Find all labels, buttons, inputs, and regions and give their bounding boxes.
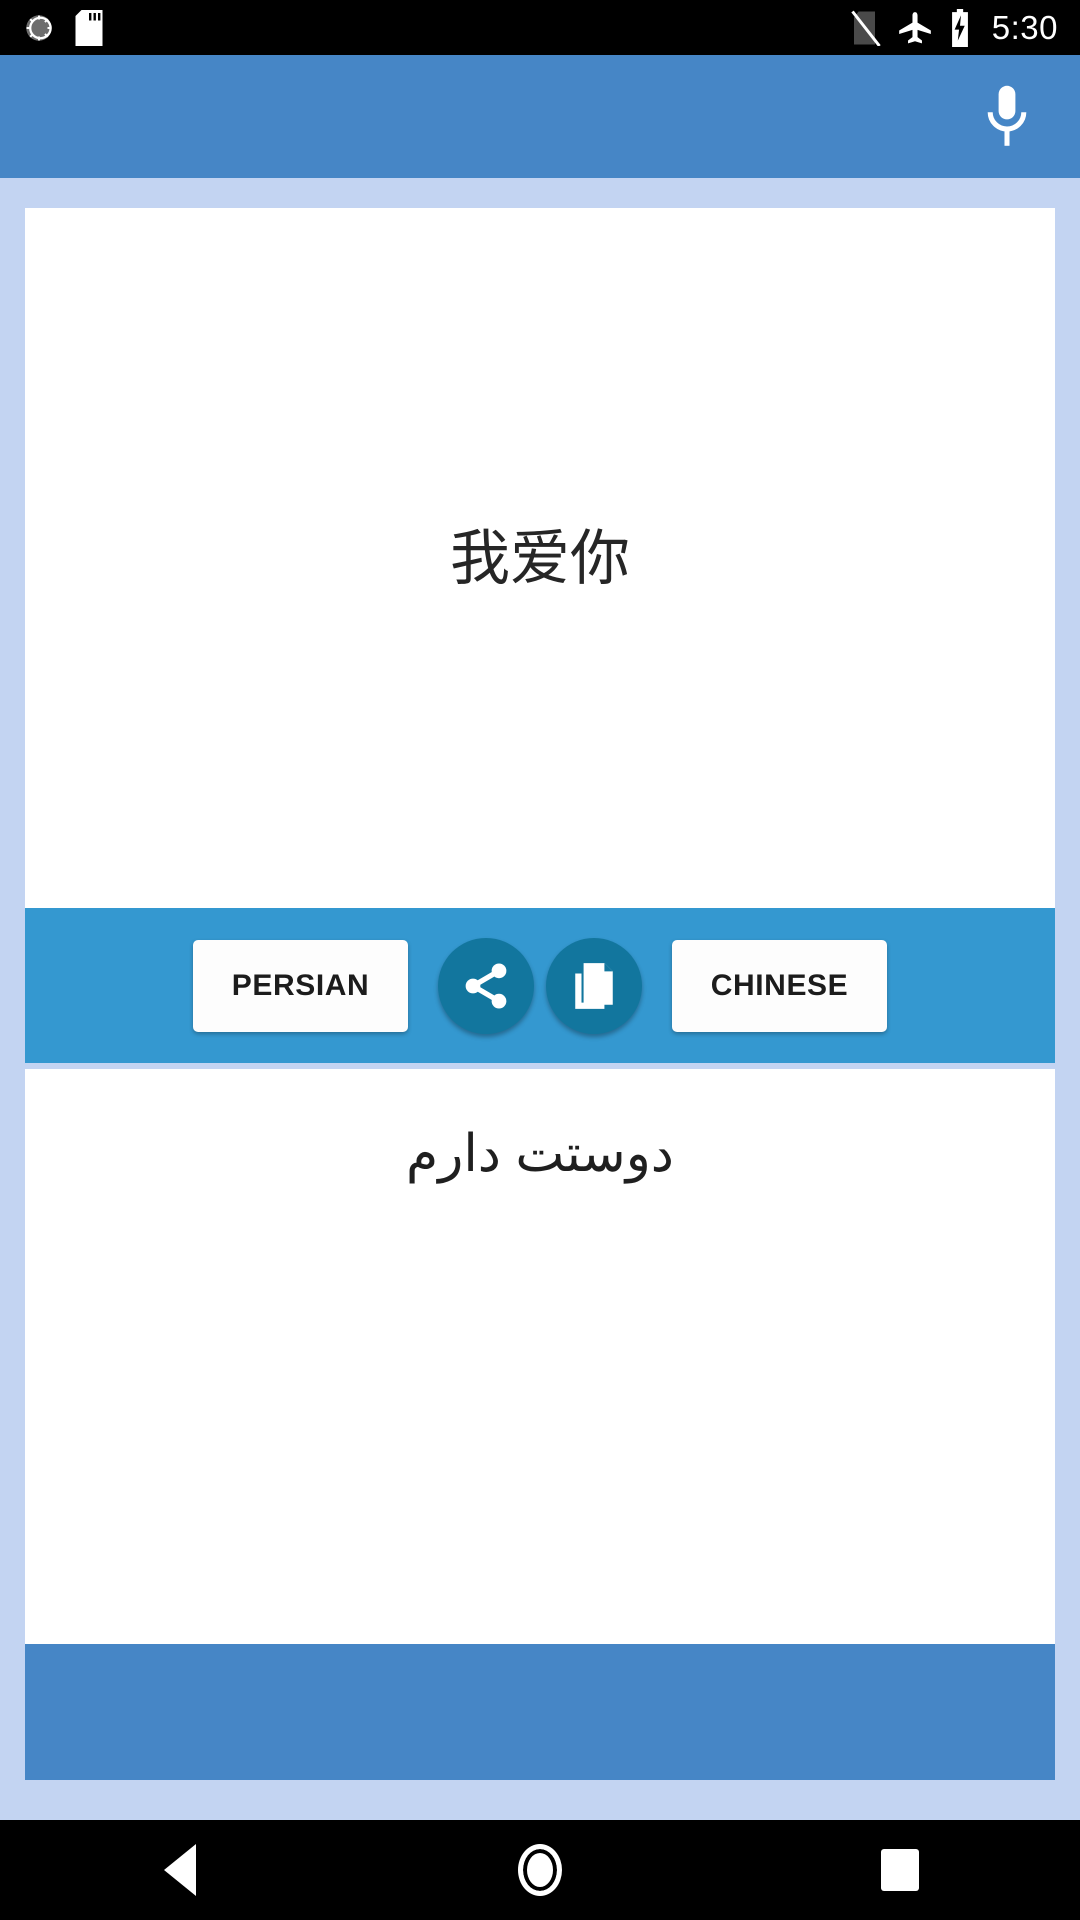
target-text: دوستت دارم <box>406 1125 674 1183</box>
battery-charging-icon <box>948 8 972 47</box>
share-icon <box>460 960 512 1012</box>
nav-recents-button[interactable] <box>810 1820 990 1920</box>
translation-card-stack: 我爱你 PERSIAN CHINESE دوستت دارم <box>25 208 1055 1808</box>
android-navigation-bar <box>0 1820 1080 1920</box>
translator-body: 我爱你 PERSIAN CHINESE دوستت دارم <box>0 178 1080 1820</box>
home-circle-icon <box>518 1844 562 1896</box>
microphone-icon <box>977 81 1037 153</box>
voice-input-button[interactable] <box>972 77 1042 157</box>
share-button[interactable] <box>438 937 534 1034</box>
status-bar-left-icons <box>22 9 104 46</box>
status-bar-right-icons: 5:30 <box>850 8 1058 47</box>
back-triangle-icon <box>164 1844 196 1896</box>
no-sim-card-icon <box>850 10 882 46</box>
app-toolbar <box>0 55 1080 178</box>
source-text-card[interactable]: 我爱你 <box>25 208 1055 908</box>
target-text-card[interactable]: دوستت دارم <box>25 1069 1055 1644</box>
copy-button[interactable] <box>546 937 642 1034</box>
nav-back-button[interactable] <box>90 1820 270 1920</box>
recents-square-icon <box>881 1849 919 1891</box>
source-text: 我爱你 <box>450 524 630 592</box>
source-language-button[interactable]: PERSIAN <box>193 939 408 1032</box>
copy-icon <box>569 961 619 1011</box>
target-language-button[interactable]: CHINESE <box>672 939 887 1032</box>
bottom-accent-band <box>25 1644 1055 1780</box>
status-bar: 5:30 <box>0 0 1080 55</box>
language-control-bar: PERSIAN CHINESE <box>25 908 1055 1063</box>
sd-card-icon <box>74 9 104 46</box>
status-bar-clock: 5:30 <box>991 8 1058 46</box>
sync-icon <box>22 11 56 45</box>
airplane-mode-icon <box>896 9 934 47</box>
phone-screen: 5:30 我爱你 PERSIAN CHINESE دوستت دارم <box>0 0 1080 1920</box>
nav-home-button[interactable] <box>450 1820 630 1920</box>
